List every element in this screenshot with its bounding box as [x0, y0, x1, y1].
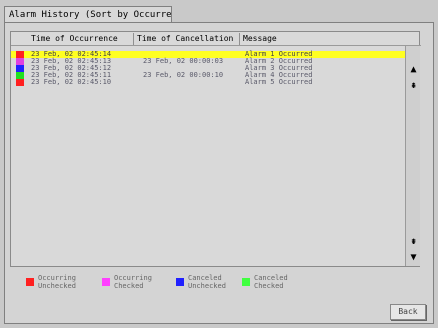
arrow-down-icon[interactable]: ▼	[407, 252, 420, 264]
cell-cancellation: 23 Feb, 02 00:00:03	[143, 57, 224, 65]
header-separator	[133, 33, 134, 45]
page-down-icon[interactable]: ⇟	[407, 236, 420, 248]
status-marker	[16, 79, 24, 86]
status-marker	[16, 51, 24, 58]
legend-label: Occurring Unchecked	[38, 274, 76, 290]
alarm-rows: 23 Feb, 02 02:45:14 Alarm 1 Occurred 23 …	[11, 51, 405, 86]
header-cancellation: Time of Cancellation	[137, 34, 234, 43]
legend-label: Canceled Unchecked	[188, 274, 226, 290]
table-row[interactable]: 23 Feb, 02 02:45:10 Alarm 5 Occurred	[11, 79, 405, 86]
status-marker	[16, 72, 24, 79]
scrollbar[interactable]: ▲ ⇞ ⇟ ▼	[405, 46, 420, 266]
tab-alarm-history[interactable]: Alarm History (Sort by Occurrence)	[4, 6, 172, 23]
page-up-icon[interactable]: ⇞	[407, 80, 420, 92]
status-marker	[16, 65, 24, 72]
legend-swatch	[102, 278, 110, 286]
cell-cancellation: 23 Feb, 02 00:00:10	[143, 71, 224, 79]
header-occurrence: Time of Occurrence	[31, 34, 118, 43]
legend-label: Canceled Checked	[254, 274, 288, 290]
legend-swatch	[26, 278, 34, 286]
arrow-up-icon[interactable]: ▲	[407, 64, 420, 76]
legend-swatch	[176, 278, 184, 286]
legend-swatch	[242, 278, 250, 286]
header-separator	[239, 33, 240, 45]
status-marker	[16, 58, 24, 65]
header-message: Message	[243, 34, 277, 43]
legend-label: Occurring Checked	[114, 274, 152, 290]
cell-message: Alarm 5 Occurred	[245, 78, 313, 86]
alarm-list: Time of Occurrence Time of Cancellation …	[10, 31, 421, 267]
back-button[interactable]: Back	[390, 304, 426, 320]
cell-occurrence: 23 Feb, 02 02:45:10	[31, 78, 112, 86]
list-header: Time of Occurrence Time of Cancellation …	[11, 32, 421, 46]
